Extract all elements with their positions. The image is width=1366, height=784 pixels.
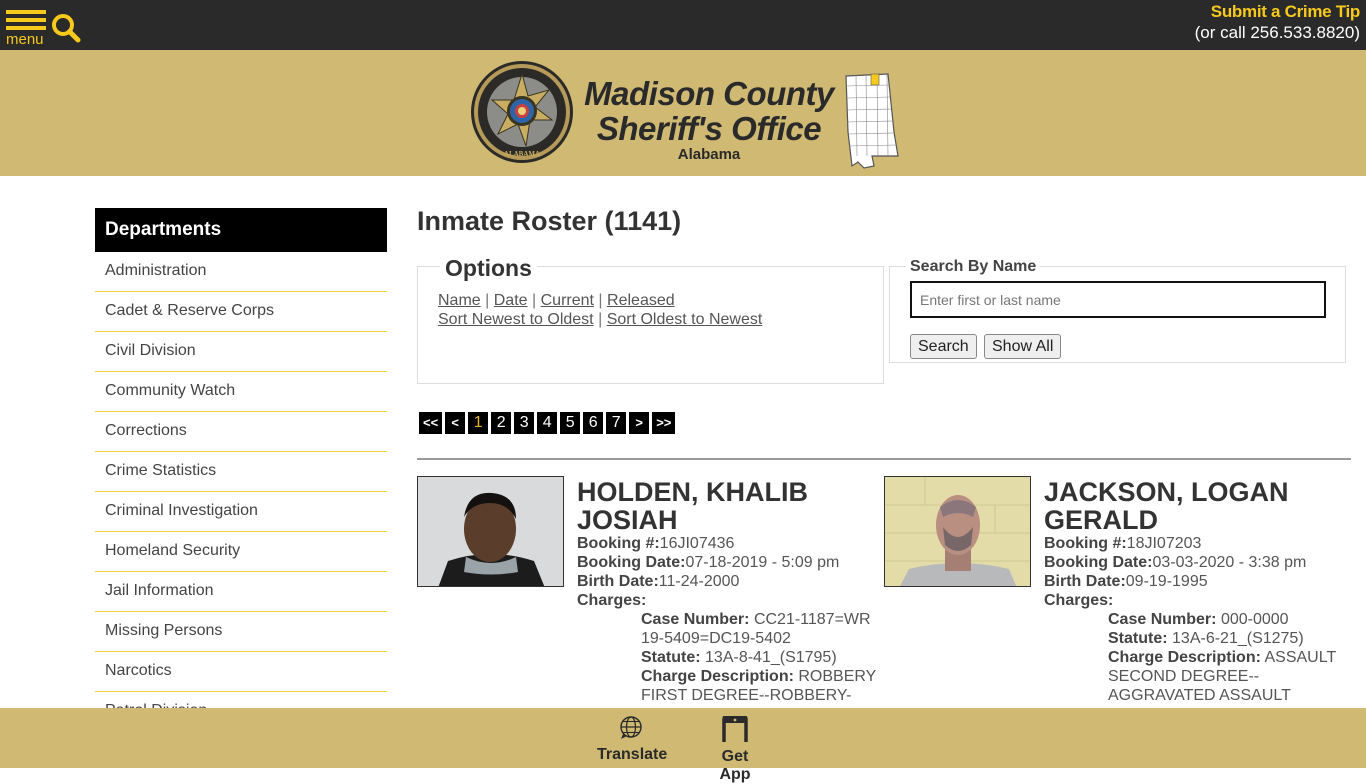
globe-icon bbox=[620, 716, 642, 739]
birth-date: Birth Date:09-19-1995 bbox=[1044, 573, 1208, 590]
page-prev-button[interactable]: < bbox=[445, 412, 466, 434]
sidebar-heading: Departments bbox=[95, 208, 387, 252]
sidebar-item-homeland-security[interactable]: Homeland Security bbox=[95, 532, 387, 572]
sidebar-item-criminal-investigation[interactable]: Criminal Investigation bbox=[95, 492, 387, 532]
search-icon bbox=[52, 14, 81, 43]
site-title[interactable]: Madison County Sheriff's Office Alabama bbox=[578, 76, 840, 164]
statute: Statute: 13A-6-21_(S1275) bbox=[1108, 630, 1304, 647]
filter-released-link[interactable]: Released bbox=[607, 292, 675, 309]
menu-button[interactable]: menu bbox=[6, 10, 48, 48]
page-1-button[interactable]: 1 bbox=[468, 412, 489, 434]
booking-number: Booking #:18JI07203 bbox=[1044, 535, 1202, 552]
search-panel: Search By Name Search Show All bbox=[889, 258, 1346, 363]
translate-button[interactable]: Translate bbox=[597, 716, 668, 764]
get-app-button[interactable]: Get App bbox=[705, 715, 765, 784]
options-links: Name | Date | Current | Released Sort Ne… bbox=[438, 291, 762, 329]
case-number: Case Number: 000-0000 bbox=[1108, 611, 1289, 628]
separator: | bbox=[598, 311, 603, 328]
search-legend: Search By Name bbox=[906, 258, 1041, 276]
booking-date: Booking Date:03-03-2020 - 3:38 pm bbox=[1044, 554, 1307, 571]
charges-label: Charges: bbox=[577, 592, 647, 609]
top-bar: menu Submit a Crime Tip (or call 256.533… bbox=[0, 0, 1366, 50]
options-panel: Options Name | Date | Current | Released… bbox=[417, 255, 884, 384]
sheriff-badge-seal-icon[interactable]: ALABAMA bbox=[470, 60, 574, 164]
sidebar-item-missing-persons[interactable]: Missing Persons bbox=[95, 612, 387, 652]
search-button[interactable]: Search bbox=[910, 334, 977, 359]
inmate-name[interactable]: JACKSON, LOGAN GERALD bbox=[1044, 478, 1349, 534]
birth-date: Birth Date:11-24-2000 bbox=[577, 573, 740, 590]
menu-label: menu bbox=[6, 31, 44, 48]
page-last-button[interactable]: >> bbox=[652, 412, 676, 434]
site-title-line1: Madison County bbox=[584, 75, 834, 112]
booking-number: Booking #:16JI07436 bbox=[577, 535, 735, 552]
filter-current-link[interactable]: Current bbox=[541, 292, 594, 309]
filter-name-link[interactable]: Name bbox=[438, 292, 481, 309]
bottom-bar: Translate Get App bbox=[0, 708, 1366, 783]
site-title-line2: Sheriff's Office bbox=[596, 110, 822, 147]
page-title: Inmate Roster (1141) bbox=[417, 206, 682, 236]
case-number: Case Number: CC21-1187=WR19-5409=DC19-54… bbox=[641, 611, 871, 647]
departments-sidebar: Departments Administration Cadet & Reser… bbox=[95, 208, 387, 732]
sidebar-item-civil-division[interactable]: Civil Division bbox=[95, 332, 387, 372]
sidebar-item-crime-statistics[interactable]: Crime Statistics bbox=[95, 452, 387, 492]
sidebar-item-jail-information[interactable]: Jail Information bbox=[95, 572, 387, 612]
sidebar-item-community-watch[interactable]: Community Watch bbox=[95, 372, 387, 412]
page-6-button[interactable]: 6 bbox=[583, 412, 604, 434]
charges-list: Case Number: CC21-1187=WR19-5409=DC19-54… bbox=[577, 610, 877, 724]
inmate-photo[interactable] bbox=[884, 476, 1031, 587]
separator: | bbox=[485, 292, 490, 309]
page-next-button[interactable]: > bbox=[629, 412, 650, 434]
page-3-button[interactable]: 3 bbox=[514, 412, 535, 434]
sidebar-item-administration[interactable]: Administration bbox=[95, 252, 387, 292]
page-5-button[interactable]: 5 bbox=[560, 412, 581, 434]
divider bbox=[417, 458, 1351, 460]
inmate-info: HOLDEN, KHALIB JOSIAH Booking #:16JI0743… bbox=[577, 476, 877, 724]
crime-tip-phone[interactable]: (or call 256.533.8820) bbox=[1195, 22, 1360, 44]
hamburger-icon bbox=[6, 10, 48, 30]
get-app-label: Get App bbox=[719, 748, 751, 783]
sidebar-item-narcotics[interactable]: Narcotics bbox=[95, 652, 387, 692]
alabama-county-map-icon bbox=[845, 73, 899, 169]
search-button[interactable] bbox=[50, 12, 82, 44]
booking-date: Booking Date:07-18-2019 - 5:09 pm bbox=[577, 554, 840, 571]
translate-label: Translate bbox=[597, 746, 668, 763]
page-7-button[interactable]: 7 bbox=[606, 412, 627, 434]
statute: Statute: 13A-8-41_(S1795) bbox=[641, 649, 837, 666]
inmate-name[interactable]: HOLDEN, KHALIB JOSIAH bbox=[577, 478, 877, 534]
svg-text:ALABAMA: ALABAMA bbox=[504, 150, 540, 158]
page-4-button[interactable]: 4 bbox=[537, 412, 558, 434]
submit-crime-tip-link[interactable]: Submit a Crime Tip bbox=[1195, 2, 1361, 22]
inmate-info: JACKSON, LOGAN GERALD Booking #:18JI0720… bbox=[1044, 476, 1349, 743]
sidebar-item-corrections[interactable]: Corrections bbox=[95, 412, 387, 452]
pagination: << < 1 2 3 4 5 6 7 > >> bbox=[419, 412, 676, 434]
separator: | bbox=[598, 292, 603, 309]
sidebar-item-cadet-reserve-corps[interactable]: Cadet & Reserve Corps bbox=[95, 292, 387, 332]
site-subtitle: Alabama bbox=[677, 146, 741, 163]
separator: | bbox=[532, 292, 537, 309]
name-search-input[interactable] bbox=[910, 281, 1326, 318]
page-2-button[interactable]: 2 bbox=[491, 412, 512, 434]
show-all-button[interactable]: Show All bbox=[984, 334, 1062, 359]
charges-label: Charges: bbox=[1044, 592, 1114, 609]
page-first-button[interactable]: << bbox=[419, 412, 443, 434]
options-legend: Options bbox=[440, 255, 537, 281]
phone-icon bbox=[722, 715, 748, 742]
crime-tip[interactable]: Submit a Crime Tip (or call 256.533.8820… bbox=[1195, 2, 1361, 44]
sort-newest-link[interactable]: Sort Newest to Oldest bbox=[438, 311, 594, 328]
inmate-photo[interactable] bbox=[417, 476, 564, 587]
filter-date-link[interactable]: Date bbox=[494, 292, 528, 309]
sort-oldest-link[interactable]: Sort Oldest to Newest bbox=[607, 311, 763, 328]
